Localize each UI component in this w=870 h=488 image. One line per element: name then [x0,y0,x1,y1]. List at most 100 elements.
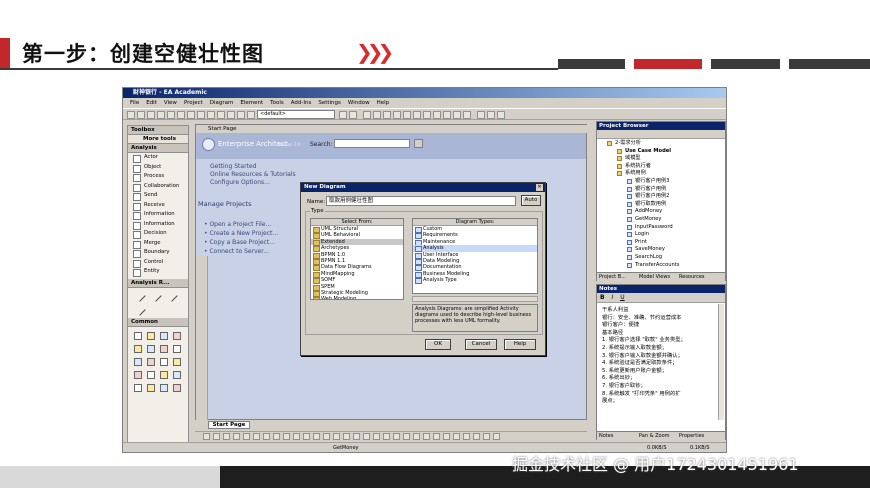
tree-item[interactable]: AddMoney [597,208,725,216]
toolbox-item-boundary[interactable]: Boundary [128,248,188,258]
diagram-toolbar-button[interactable] [243,433,250,440]
toolbar-button[interactable] [349,111,357,119]
notes-scrollbar[interactable] [718,304,724,420]
toolbar-button[interactable] [237,111,245,119]
menu-element[interactable]: Element [240,100,263,106]
diagram-types-scrollbar[interactable] [412,296,538,302]
select-from-list[interactable]: Select From: UML Structural UML Behaviora… [310,218,404,300]
common-tool-icon[interactable] [160,357,168,366]
toolbar-button[interactable] [247,111,255,119]
toolbar-button[interactable] [207,111,215,119]
toolbar-button[interactable] [487,111,495,119]
diagram-toolbar-button[interactable] [433,433,440,440]
diagram-toolbar-button[interactable] [253,433,260,440]
diagram-types-list[interactable]: Diagram Types: Custom Requirements Mainten… [412,218,538,294]
tree-item[interactable]: 域模型 [597,155,725,163]
toolbar-button[interactable] [423,111,431,119]
diagram-toolbar-button[interactable] [423,433,430,440]
diagram-toolbar-button[interactable] [223,433,230,440]
menu-addins[interactable]: Add-Ins [291,100,312,106]
common-tool-icon[interactable] [173,357,181,366]
toolbox-item-entity[interactable]: Entity [128,267,188,277]
toolbar-button[interactable] [167,111,175,119]
common-tool-icon[interactable] [160,331,168,340]
help-button[interactable]: Help [504,339,536,350]
toolbox-item-send[interactable]: Send [128,191,188,201]
toolbar-button[interactable] [403,111,411,119]
menu-edit[interactable]: Edit [146,100,157,106]
layout-combo[interactable]: <default> [257,110,335,119]
tree-item[interactable]: 2-需求分析 [597,140,725,148]
panel-tab[interactable]: Resources [679,274,705,280]
more-tools-button[interactable]: More tools [128,135,188,144]
panel-tab[interactable]: Notes [599,433,613,439]
diagram-toolbar-button[interactable] [343,433,350,440]
common-tool-icon[interactable] [173,383,181,392]
toolbox-item-information[interactable]: Information [128,220,188,229]
menu-diagram[interactable]: Diagram [210,100,234,106]
diagram-toolbar-button[interactable] [413,433,420,440]
diagram-toolbar-button[interactable] [403,433,410,440]
diagram-toolbar-button[interactable] [333,433,340,440]
diagram-toolbar-button[interactable] [393,433,400,440]
online-resources-link[interactable]: Online Resources & Tutorials [210,171,296,179]
toolbar-button[interactable] [433,111,441,119]
diagram-toolbar-button[interactable] [483,433,490,440]
relation-icon[interactable] [150,289,162,302]
tree-item[interactable]: Login [597,231,725,239]
common-tool-icon[interactable] [160,344,168,353]
toolbox-item-object[interactable]: Object [128,163,188,172]
configure-options-link[interactable]: Configure Options... [210,179,296,187]
menu-tools[interactable]: Tools [270,100,284,106]
tree-item[interactable]: 银行取款用例 [597,201,725,209]
common-tool-icon[interactable] [134,344,142,353]
panel-tab[interactable]: Pan & Zoom [639,433,670,439]
common-tool-icon[interactable] [160,370,168,379]
toolbox-item-decision[interactable]: Decision [128,229,188,239]
toolbox-analysis-rel-header[interactable]: Analysis R... [128,278,188,288]
tree-item[interactable]: GetMoney [597,216,725,224]
start-page-tab[interactable]: Start Page [196,125,588,133]
toolbar-button[interactable] [413,111,421,119]
diagram-toolbar-button[interactable] [303,433,310,440]
toolbox-item-process[interactable]: Process [128,172,188,182]
diagram-toolbar-button[interactable] [443,433,450,440]
toolbar-button[interactable] [443,111,451,119]
diagram-toolbar-button[interactable] [373,433,380,440]
bold-button[interactable]: B [600,294,605,301]
diagram-type-item[interactable]: Analysis Type [413,277,537,285]
toolbar-button[interactable] [363,111,371,119]
create-project-link[interactable]: • Create a New Project... [204,230,278,239]
panel-tab[interactable]: Project B... [599,274,626,280]
diagram-toolbar-button[interactable] [203,433,210,440]
tree-item[interactable]: TransferAccounts [597,262,725,270]
cancel-button[interactable]: Cancel [465,339,497,350]
diagram-toolbar-button[interactable] [353,433,360,440]
toolbox-item-receive[interactable]: Receive [128,201,188,210]
toolbar-button[interactable] [497,111,505,119]
menu-file[interactable]: File [130,100,139,106]
underline-button[interactable]: U [620,294,624,301]
toolbar-button[interactable] [177,111,185,119]
toolbar-button[interactable] [339,111,347,119]
relation-icon[interactable] [134,303,146,316]
tree-item[interactable]: SearchLog [597,254,725,262]
diagram-toolbar-button[interactable] [273,433,280,440]
toolbar-button[interactable] [187,111,195,119]
common-tool-icon[interactable] [147,357,155,366]
copy-project-link[interactable]: • Copy a Base Project... [204,239,278,248]
panel-tab[interactable]: Properties [679,433,704,439]
toolbox-item-actor[interactable]: Actor [128,153,188,163]
toolbox-common-header[interactable]: Common [128,317,188,327]
toolbar-button[interactable] [227,111,235,119]
toolbar-button[interactable] [147,111,155,119]
toolbar-button[interactable] [137,111,145,119]
common-tool-icon[interactable] [173,331,181,340]
toolbar-button[interactable] [217,111,225,119]
menu-settings[interactable]: Settings [318,100,341,106]
toolbar-button[interactable] [197,111,205,119]
toolbox-item-control[interactable]: Control [128,258,188,267]
relation-icon[interactable] [166,289,178,302]
panel-tab[interactable]: Model Views [639,274,670,280]
menu-window[interactable]: Window [348,100,370,106]
